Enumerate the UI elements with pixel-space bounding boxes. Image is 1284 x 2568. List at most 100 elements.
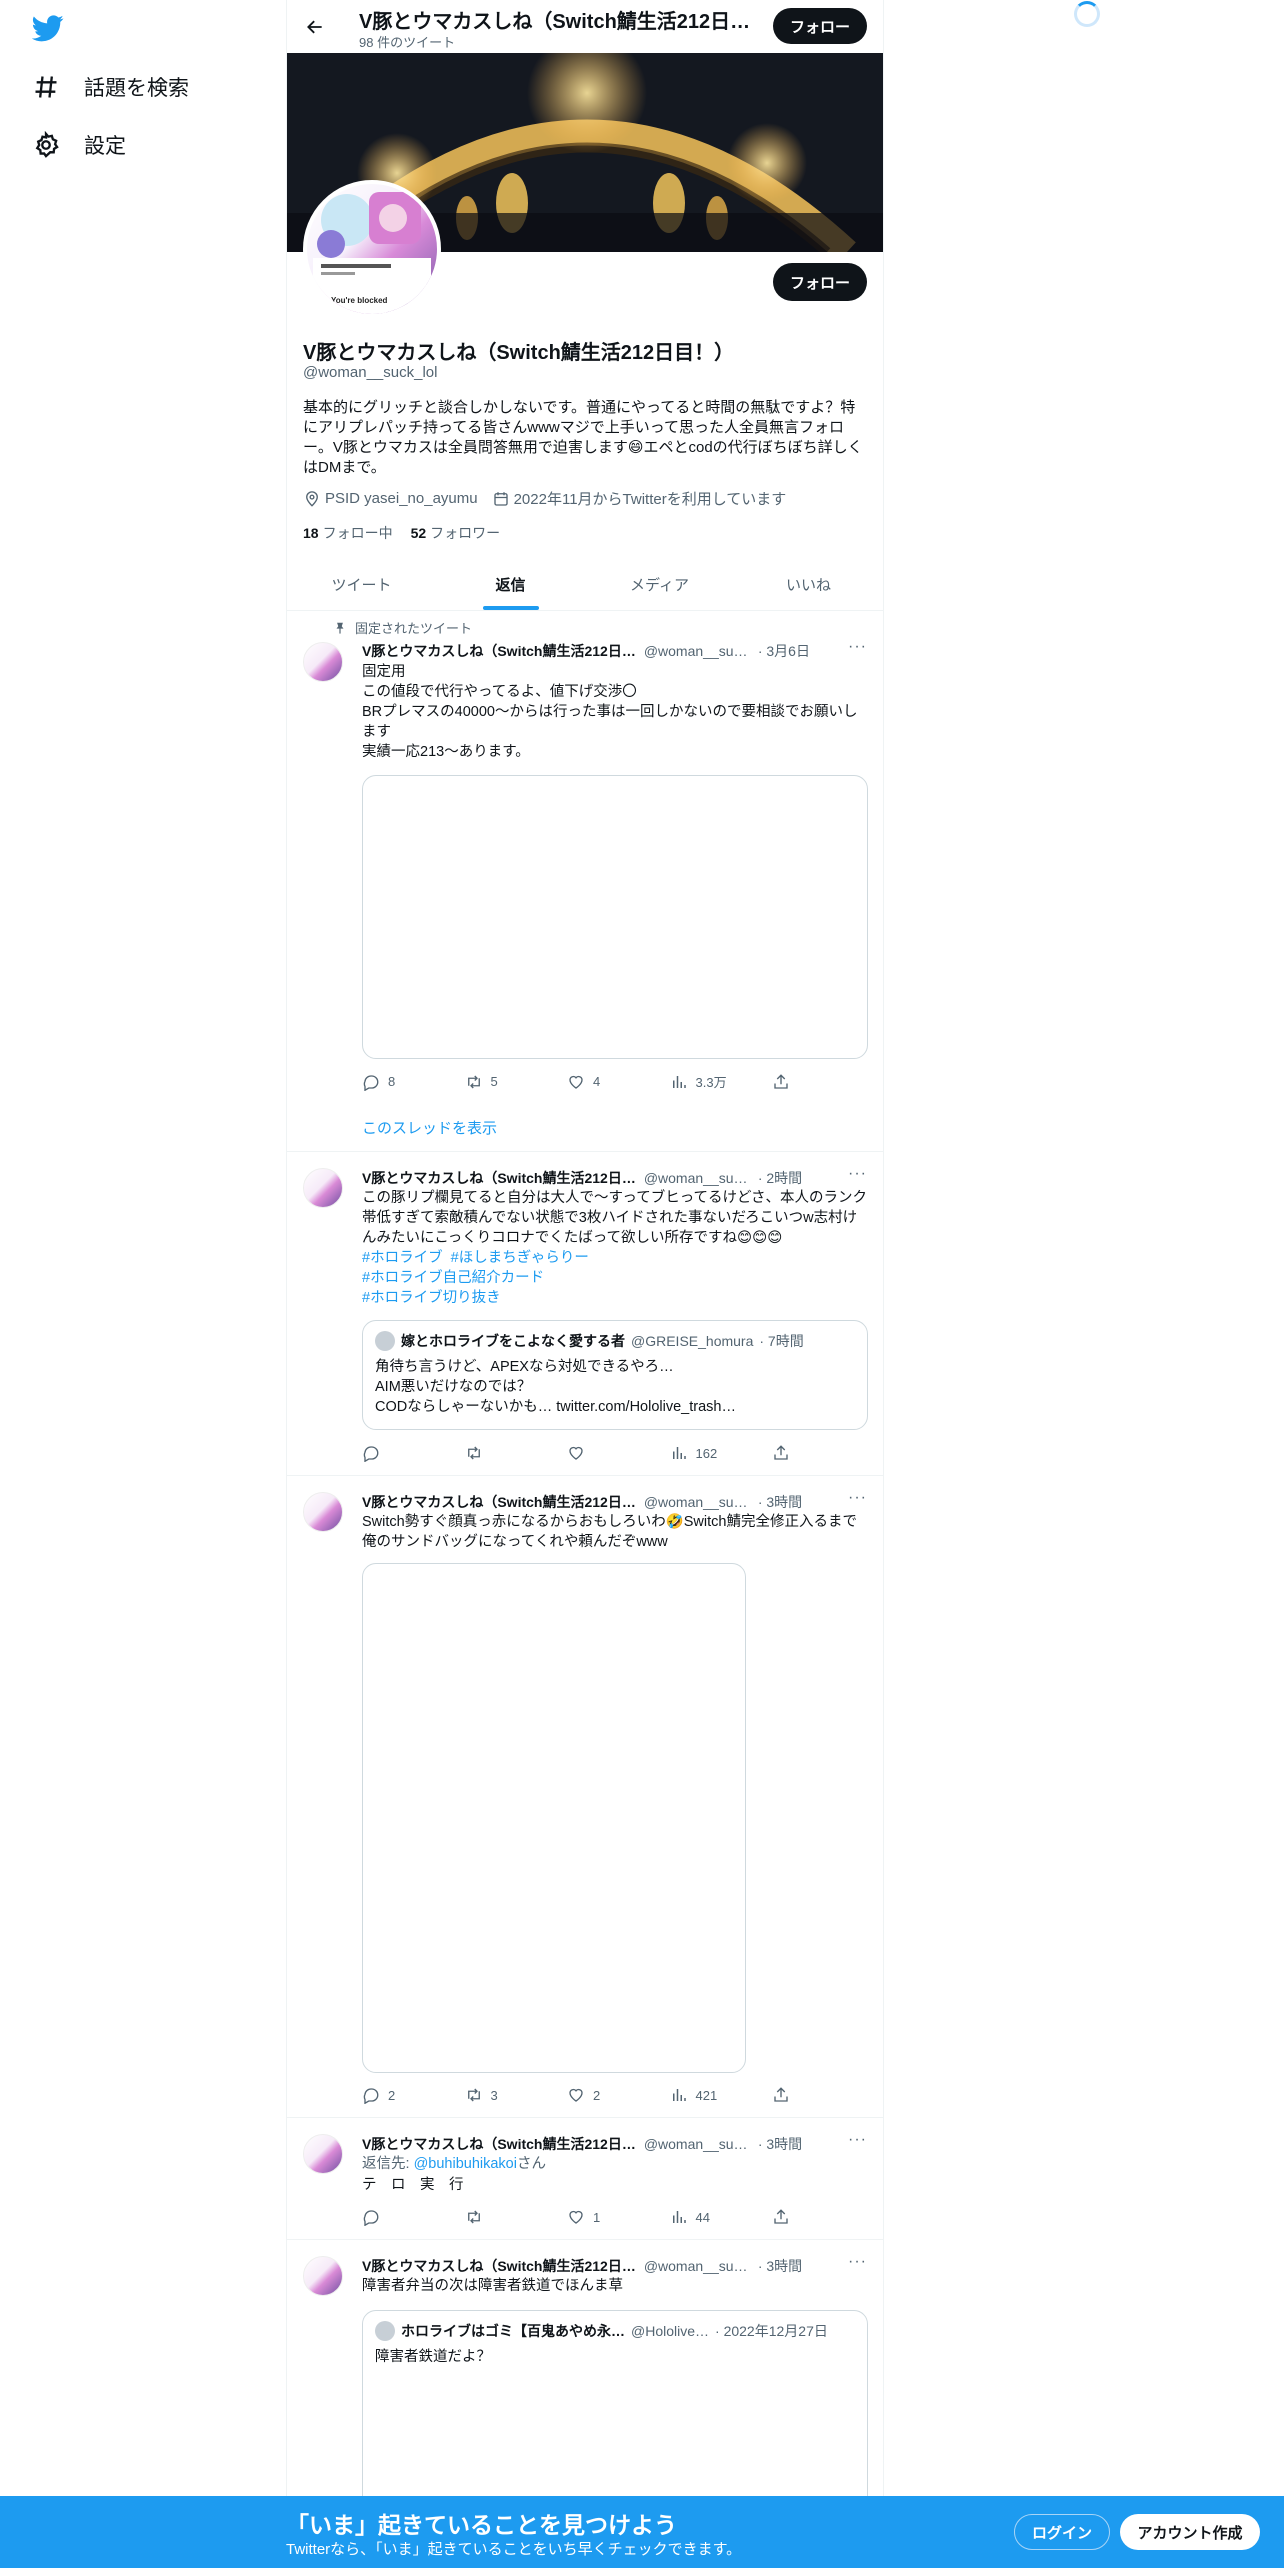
tweet-actions: 162	[362, 1444, 792, 1462]
retweet-button[interactable]: 5	[465, 1072, 561, 1091]
tweet-avatar[interactable]	[303, 1492, 343, 1532]
profile-follow-stats: 18 フォロー中 52 フォロワー	[303, 523, 500, 543]
nav-explore[interactable]: 話題を検索	[32, 72, 189, 102]
tweet-author-handle[interactable]: @woman__suc…	[644, 2136, 754, 2152]
tab-media[interactable]: メディア	[585, 558, 734, 610]
tweet-author-name[interactable]: V豚とウマカスしね（Switch鯖生活212日…	[362, 1168, 636, 1188]
tweet-author-name[interactable]: V豚とウマカスしね（Switch鯖生活212日…	[362, 2134, 636, 2154]
profile-location-text: PSID yasei_no_ayumu	[325, 490, 478, 507]
share-button[interactable]	[772, 1444, 792, 1462]
tweet-media[interactable]	[362, 1563, 746, 2073]
profile-tabs: ツイート 返信 メディア いいね	[287, 558, 883, 611]
profile-location: PSID yasei_no_ayumu	[303, 488, 478, 509]
show-thread-link[interactable]: このスレッドを表示	[362, 1117, 497, 1138]
hashtag-link[interactable]: #ホロライブ	[362, 1250, 443, 1266]
more-options-icon[interactable]: ···	[848, 638, 867, 656]
tweet-card[interactable]: V豚とウマカスしね（Switch鯖生活212日… @woman__suc… · …	[287, 1476, 883, 2118]
signup-button[interactable]: アカウント作成	[1120, 2514, 1260, 2550]
hashtag-link[interactable]: #ホロライブ自己紹介カード	[362, 1268, 868, 1288]
profile-joined-text: 2022年11月からTwitterを利用しています	[513, 491, 787, 508]
tweet-avatar[interactable]	[303, 642, 343, 682]
retweet-button[interactable]	[465, 2208, 561, 2226]
header-tweet-count: 98 件のツイート	[359, 35, 456, 50]
tweet-author-name[interactable]: V豚とウマカスしね（Switch鯖生活212日…	[362, 2256, 636, 2276]
views-button[interactable]: 162	[670, 1444, 766, 1462]
like-button[interactable]: 1	[567, 2208, 663, 2226]
reply-button[interactable]	[362, 1444, 458, 1462]
quoted-author-handle: @Hololive…	[631, 2323, 710, 2339]
tweet-header: V豚とウマカスしね（Switch鯖生活212日… @woman__suc… · …	[362, 1168, 852, 1188]
retweet-button[interactable]: 3	[465, 2086, 561, 2104]
more-options-icon[interactable]: ···	[848, 1165, 867, 1183]
reply-to-link[interactable]: @buhibuhikakoi	[414, 2156, 517, 2172]
retweet-icon	[467, 2088, 480, 2102]
tab-likes[interactable]: いいね	[734, 558, 883, 610]
header-follow-button[interactable]: フォロー	[773, 8, 867, 44]
tweet-avatar[interactable]	[303, 2256, 343, 2296]
view-count: 3.3万	[695, 1075, 727, 1090]
share-icon	[774, 2087, 788, 2102]
tweet-time[interactable]: · 3月6日	[758, 641, 810, 661]
tweet-author-handle[interactable]: @woman__suc…	[644, 2258, 754, 2274]
more-options-icon[interactable]: ···	[848, 2131, 867, 2149]
follow-button[interactable]: フォロー	[773, 263, 867, 301]
tweet-card[interactable]: V豚とウマカスしね（Switch鯖生活212日… @woman__suc… · …	[287, 612, 883, 1152]
tab-tweets[interactable]: ツイート	[287, 558, 436, 610]
like-button[interactable]: 2	[567, 2086, 663, 2104]
profile-bio: 基本的にグリッチと談合しかしないです。普通にやってると時間の無駄ですよ？特にアリ…	[303, 399, 863, 476]
tweet-time[interactable]: · 3時間	[758, 1492, 802, 1512]
reply-button[interactable]: 2	[362, 2086, 458, 2104]
back-arrow-icon[interactable]	[301, 13, 329, 41]
view-count: 162	[695, 1445, 718, 1461]
tweet-text: この豚リプ欄見てると自分は大人で〜すってブヒってるけどさ、本人のランク帯低すぎて…	[362, 1190, 868, 1246]
nav-settings[interactable]: 設定	[32, 130, 126, 160]
tweet-author-name[interactable]: V豚とウマカスしね（Switch鯖生活212日…	[362, 641, 636, 661]
heart-icon	[569, 2210, 583, 2224]
more-options-icon[interactable]: ···	[848, 2253, 867, 2271]
tweet-author-handle[interactable]: @woman__suc…	[644, 1170, 754, 1186]
tweet-author-name[interactable]: V豚とウマカスしね（Switch鯖生活212日…	[362, 1492, 636, 1512]
heart-icon	[569, 1075, 583, 1089]
hashtag-link[interactable]: #ほしまちぎゃらりー	[451, 1250, 589, 1266]
more-options-icon[interactable]: ···	[848, 1489, 867, 1507]
tweet-time[interactable]: · 2時間	[758, 1168, 802, 1188]
tweet-card[interactable]: V豚とウマカスしね（Switch鯖生活212日… @woman__suc… · …	[287, 1152, 883, 1476]
following-link[interactable]: 18 フォロー中	[303, 523, 393, 543]
signup-banner-title: 「いま」起きていることを見つけよう	[286, 2512, 677, 2538]
tweet-card[interactable]: V豚とウマカスしね（Switch鯖生活212日… @woman__suc… · …	[287, 2118, 883, 2240]
tab-replies[interactable]: 返信	[436, 558, 585, 610]
share-button[interactable]	[772, 2208, 792, 2226]
quoted-tweet[interactable]: 嫁とホロライブをこよなく愛する者 @GREISE_homura · 7時間 角待…	[362, 1320, 868, 1430]
share-icon	[774, 1445, 788, 1460]
share-button[interactable]	[772, 2086, 792, 2104]
views-button[interactable]: 44	[670, 2208, 766, 2226]
tweet-text: 障害者弁当の次は障害者鉄道でほんま草	[362, 2278, 623, 2294]
tweet-time[interactable]: · 3時間	[758, 2134, 802, 2154]
profile-joined: 2022年11月からTwitterを利用しています	[492, 488, 787, 509]
like-button[interactable]	[567, 1444, 663, 1462]
login-button[interactable]: ログイン	[1014, 2514, 1110, 2550]
share-icon	[774, 1073, 788, 1089]
twitter-logo-icon[interactable]	[31, 12, 64, 44]
avatar-image	[313, 192, 431, 314]
like-button[interactable]: 4	[567, 1072, 663, 1091]
tweet-media[interactable]	[362, 775, 868, 1059]
profile-avatar[interactable]: You're blocked	[303, 180, 441, 318]
avatar-blocked-text: You're blocked	[331, 296, 388, 305]
views-button[interactable]: 3.3万	[670, 1072, 766, 1091]
tweet-author-handle[interactable]: @woman__suc…	[644, 1494, 754, 1510]
followers-link[interactable]: 52 フォロワー	[411, 523, 501, 543]
tweet-author-handle[interactable]: @woman__suc…	[644, 643, 754, 659]
share-button[interactable]	[772, 1072, 792, 1091]
hashtag-link[interactable]: #ホロライブ切り抜き	[362, 1288, 868, 1308]
profile-handle: @woman__suck_lol	[303, 364, 438, 381]
retweet-button[interactable]	[465, 1444, 561, 1462]
reply-button[interactable]: 8	[362, 1072, 458, 1091]
followers-count: 52	[410, 525, 427, 541]
tweet-avatar[interactable]	[303, 1168, 343, 1208]
tweet-time[interactable]: · 3時間	[758, 2256, 802, 2276]
views-button[interactable]: 421	[670, 2086, 766, 2104]
reply-button[interactable]	[362, 2208, 458, 2226]
quoted-avatar	[375, 1331, 395, 1351]
tweet-avatar[interactable]	[303, 2134, 343, 2174]
